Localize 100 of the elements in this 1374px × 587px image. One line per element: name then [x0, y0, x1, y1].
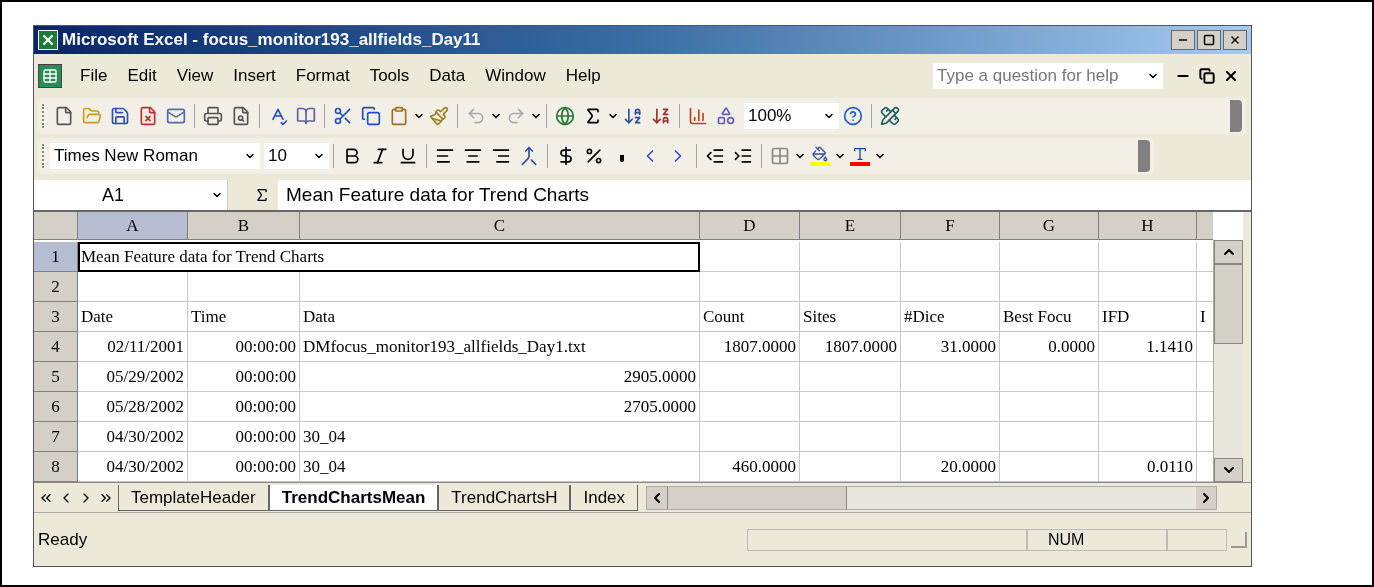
insert-function-button[interactable]: [228, 180, 278, 210]
table-cell[interactable]: [1099, 242, 1197, 272]
table-cell[interactable]: 2705.0000: [300, 392, 700, 422]
column-header[interactable]: G: [1000, 212, 1099, 240]
table-cell[interactable]: [1099, 362, 1197, 392]
table-cell[interactable]: 04/30/2002: [78, 422, 188, 452]
table-cell[interactable]: 0.0110: [1099, 452, 1197, 482]
table-cell[interactable]: [901, 272, 1000, 302]
table-cell[interactable]: [188, 272, 300, 302]
table-cell[interactable]: [700, 272, 800, 302]
table-cell[interactable]: [1000, 392, 1099, 422]
menu-item[interactable]: Edit: [117, 63, 167, 89]
table-cell[interactable]: [700, 362, 800, 392]
table-cell[interactable]: [1099, 272, 1197, 302]
menu-item[interactable]: Format: [285, 63, 360, 89]
table-cell[interactable]: 00:00:00: [188, 422, 300, 452]
table-cell[interactable]: [1000, 452, 1099, 482]
table-cell[interactable]: 1.1410: [1099, 332, 1197, 362]
menu-item[interactable]: Window: [475, 63, 556, 89]
table-cell[interactable]: Count: [700, 302, 800, 332]
restore-icon[interactable]: [1199, 68, 1215, 84]
table-cell[interactable]: 00:00:00: [188, 332, 300, 362]
scroll-thumb[interactable]: [1214, 264, 1243, 344]
table-cell[interactable]: 05/29/2002: [78, 362, 188, 392]
font-name-field[interactable]: Times New Roman: [50, 143, 260, 169]
table-cell[interactable]: [901, 422, 1000, 452]
table-cell[interactable]: 00:00:00: [188, 452, 300, 482]
menu-item[interactable]: Help: [555, 63, 611, 89]
table-cell[interactable]: 1807.0000: [700, 332, 800, 362]
sheet-tab[interactable]: TrendChartsH: [438, 484, 571, 511]
table-cell[interactable]: [800, 452, 901, 482]
table-cell[interactable]: [700, 422, 800, 452]
row-header[interactable]: 4: [34, 332, 78, 362]
maximize-button[interactable]: [1197, 30, 1221, 50]
close-icon[interactable]: [1223, 68, 1239, 84]
scroll-right-button[interactable]: [1196, 486, 1216, 509]
table-cell[interactable]: [700, 242, 800, 272]
table-cell[interactable]: [1000, 242, 1099, 272]
table-cell[interactable]: 02/11/2001: [78, 332, 188, 362]
column-header[interactable]: E: [800, 212, 901, 240]
table-cell[interactable]: 30_04: [300, 422, 700, 452]
table-cell[interactable]: Mean Feature data for Trend Charts: [78, 242, 700, 272]
table-cell[interactable]: 2905.0000: [300, 362, 700, 392]
table-cell[interactable]: 20.0000: [901, 452, 1000, 482]
table-cell[interactable]: [901, 392, 1000, 422]
workbook-icon[interactable]: [38, 64, 62, 88]
table-cell[interactable]: [1000, 422, 1099, 452]
menu-item[interactable]: View: [166, 63, 224, 89]
table-cell[interactable]: [1099, 392, 1197, 422]
table-cell[interactable]: [800, 392, 901, 422]
font-size-field[interactable]: 10: [264, 143, 329, 169]
table-cell[interactable]: 31.0000: [901, 332, 1000, 362]
menu-item[interactable]: Insert: [223, 63, 286, 89]
table-cell[interactable]: [78, 272, 188, 302]
row-header[interactable]: 7: [34, 422, 78, 452]
table-cell[interactable]: IFD: [1099, 302, 1197, 332]
table-cell[interactable]: 00:00:00: [188, 392, 300, 422]
scroll-down-button[interactable]: [1214, 458, 1243, 482]
table-cell[interactable]: [1000, 272, 1099, 302]
table-cell[interactable]: Data: [300, 302, 700, 332]
table-cell[interactable]: [800, 272, 901, 302]
resize-grip-icon[interactable]: [1231, 531, 1247, 548]
table-cell[interactable]: Sites: [800, 302, 901, 332]
vertical-scrollbar[interactable]: [1213, 240, 1243, 482]
table-cell[interactable]: 460.0000: [700, 452, 800, 482]
close-button[interactable]: [1223, 30, 1247, 50]
scroll-left-button[interactable]: [647, 486, 668, 509]
row-header[interactable]: 8: [34, 452, 78, 482]
menu-item[interactable]: Data: [419, 63, 476, 89]
scroll-up-button[interactable]: [1214, 240, 1243, 264]
table-cell[interactable]: 0.0000: [1000, 332, 1099, 362]
row-header[interactable]: 3: [34, 302, 78, 332]
table-cell[interactable]: [300, 272, 700, 302]
sheet-tab[interactable]: TrendChartsMean: [268, 484, 439, 511]
table-cell[interactable]: [1099, 422, 1197, 452]
sheet-tab[interactable]: Index: [570, 484, 639, 511]
scroll-thumb[interactable]: [667, 486, 848, 509]
table-cell[interactable]: [901, 362, 1000, 392]
table-cell[interactable]: 1807.0000: [800, 332, 901, 362]
row-header[interactable]: 5: [34, 362, 78, 392]
menu-item[interactable]: Tools: [359, 63, 420, 89]
help-search-field[interactable]: Type a question for help: [933, 63, 1163, 89]
column-header[interactable]: F: [901, 212, 1000, 240]
minimize-button[interactable]: [1171, 30, 1195, 50]
table-cell[interactable]: 30_04: [300, 452, 700, 482]
row-header[interactable]: 6: [34, 392, 78, 422]
table-cell[interactable]: 04/30/2002: [78, 452, 188, 482]
table-cell[interactable]: DMfocus_monitor193_allfields_Day1.txt: [300, 332, 700, 362]
sheet-tab[interactable]: TemplateHeader: [118, 484, 269, 511]
table-cell[interactable]: Time: [188, 302, 300, 332]
table-cell[interactable]: [901, 242, 1000, 272]
menu-item[interactable]: File: [70, 63, 118, 89]
table-cell[interactable]: [1000, 362, 1099, 392]
table-cell[interactable]: #Dice: [901, 302, 1000, 332]
row-header[interactable]: 2: [34, 272, 78, 302]
select-all-corner[interactable]: [34, 212, 78, 240]
column-header[interactable]: H: [1099, 212, 1197, 240]
column-header[interactable]: C: [300, 212, 700, 240]
toolbar-grip[interactable]: [42, 144, 46, 168]
zoom-field[interactable]: 100%: [744, 103, 839, 129]
